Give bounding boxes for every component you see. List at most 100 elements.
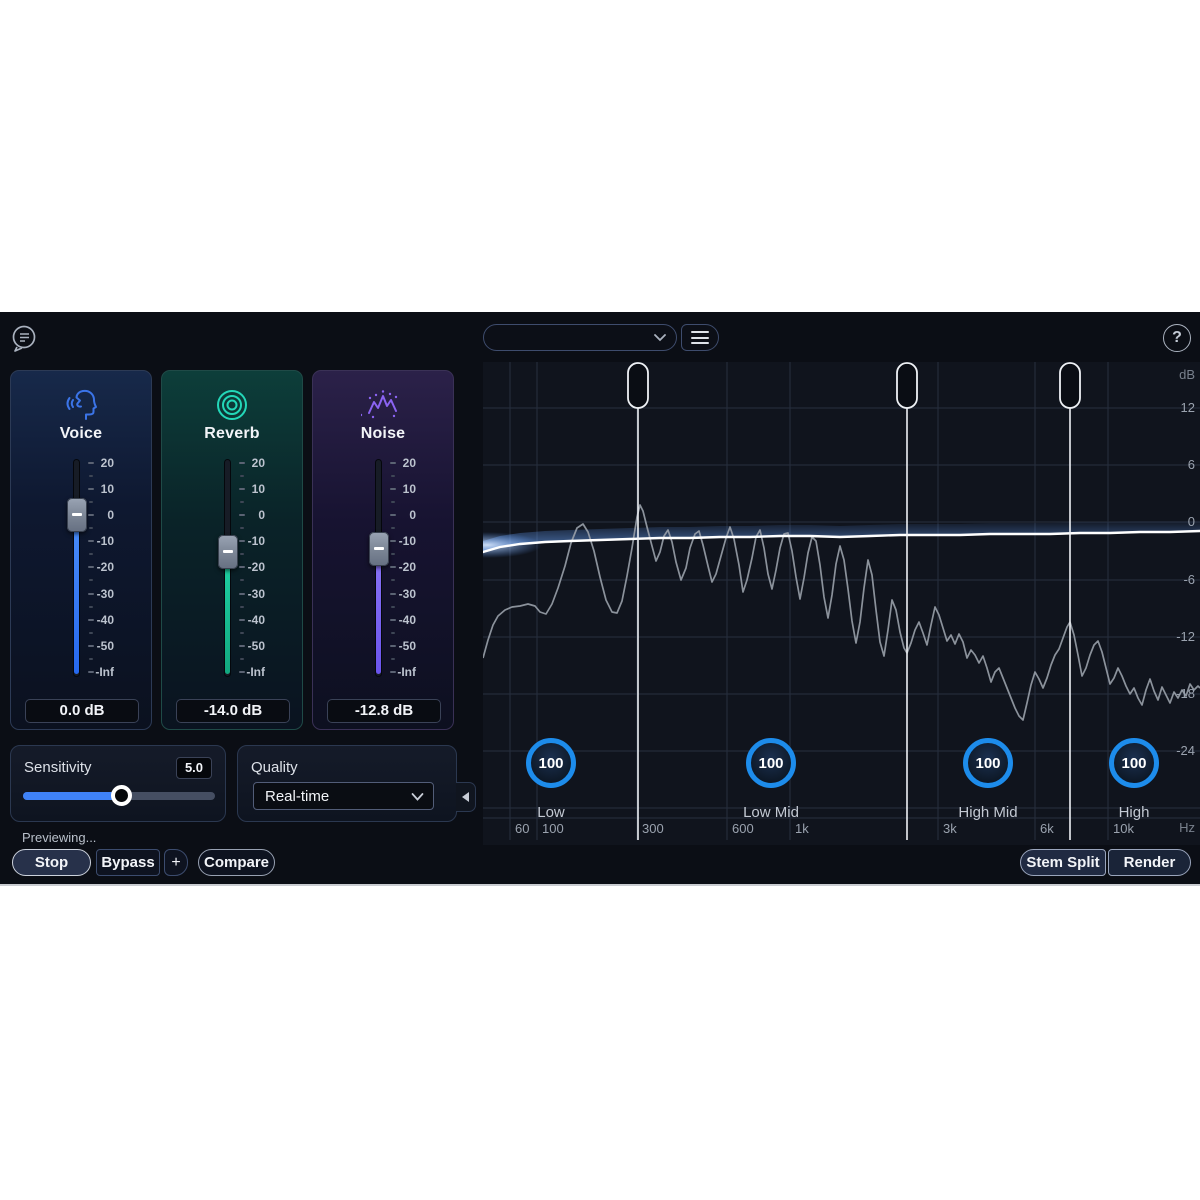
- chevron-down-icon: [411, 792, 424, 802]
- fader-scale-label: 10: [372, 482, 416, 496]
- gain-value-noise[interactable]: -12.8 dB: [327, 699, 441, 723]
- triangle-left-icon: [462, 792, 469, 802]
- module-card-noise: Noise 20100-10-20-30-40-50-Inf -12.8 dB: [312, 370, 454, 730]
- band-label: High: [1119, 804, 1150, 821]
- gain-value-reverb[interactable]: -14.0 dB: [176, 699, 290, 723]
- status-text: Previewing...: [22, 830, 96, 845]
- x-axis-label: 600: [732, 821, 754, 836]
- fader-minor-tick: [89, 527, 93, 529]
- y-axis-label: -24: [1155, 743, 1195, 758]
- crossover-handle[interactable]: [897, 363, 917, 408]
- fader-minor-tick: [391, 501, 395, 503]
- fader-scale-label: -Inf: [221, 665, 265, 679]
- fader-scale-label: -40: [221, 613, 265, 627]
- render-button[interactable]: Render: [1108, 849, 1191, 876]
- fader-scale-label: -10: [221, 534, 265, 548]
- sensitivity-value[interactable]: 5.0: [176, 757, 212, 779]
- y-axis-unit: dB: [1155, 367, 1195, 382]
- fader-scale-label: 0: [70, 508, 114, 522]
- x-axis-unit: Hz: [1155, 820, 1195, 835]
- fader-minor-tick: [240, 501, 244, 503]
- fader-scale-label: 10: [70, 482, 114, 496]
- fader-scale-label: -40: [372, 613, 416, 627]
- feedback-chat-icon[interactable]: [10, 324, 38, 352]
- band-gain-knob[interactable]: 100: [963, 738, 1013, 788]
- fader-scale-label: -20: [372, 560, 416, 574]
- help-icon[interactable]: ?: [1163, 324, 1191, 352]
- fader-scale-label: -40: [70, 613, 114, 627]
- compare-button[interactable]: Compare: [198, 849, 275, 876]
- fader-minor-tick: [89, 501, 93, 503]
- fader-scale-label: -10: [372, 534, 416, 548]
- quality-dropdown[interactable]: Real-time: [253, 782, 434, 810]
- band-gain-knob[interactable]: 100: [746, 738, 796, 788]
- fader-minor-tick: [391, 632, 395, 634]
- y-axis-label: -18: [1155, 686, 1195, 701]
- fader-scale-label: -50: [372, 639, 416, 653]
- fader-scale-label: -30: [221, 587, 265, 601]
- fader-scale-label: -20: [70, 560, 114, 574]
- y-axis-label: -12: [1155, 629, 1195, 644]
- fader-minor-tick: [391, 553, 395, 555]
- voice-fader[interactable]: 20100-10-20-30-40-50-Inf: [11, 371, 151, 729]
- fader-minor-tick: [240, 579, 244, 581]
- fader-scale-label: 0: [372, 508, 416, 522]
- fader-minor-tick: [89, 475, 93, 477]
- band-gain-knob[interactable]: 100: [1109, 738, 1159, 788]
- preset-dropdown[interactable]: [483, 324, 677, 351]
- y-axis-label: 12: [1155, 400, 1195, 415]
- fader-minor-tick: [89, 632, 93, 634]
- collapse-panel-button[interactable]: [456, 782, 476, 812]
- crossover-handle[interactable]: [628, 363, 648, 408]
- y-axis-label: 6: [1155, 457, 1195, 472]
- fader-scale-label: 10: [221, 482, 265, 496]
- screenshot-page: ? Voice 20100-10-20-30-40-50-Inf 0.0 dB: [0, 0, 1200, 1200]
- fader-minor-tick: [240, 527, 244, 529]
- quality-panel: Quality Real-time: [237, 745, 457, 822]
- noise-fader[interactable]: 20100-10-20-30-40-50-Inf: [313, 371, 453, 729]
- fader-scale-label: -Inf: [372, 665, 416, 679]
- preset-menu-button[interactable]: [681, 324, 719, 351]
- y-axis-label: 0: [1155, 514, 1195, 529]
- reverb-fader[interactable]: 20100-10-20-30-40-50-Inf: [162, 371, 302, 729]
- fader-minor-tick: [391, 475, 395, 477]
- slider-fill: [23, 792, 121, 800]
- x-axis-label: 1k: [795, 821, 809, 836]
- plugin-window: ? Voice 20100-10-20-30-40-50-Inf 0.0 dB: [0, 312, 1200, 886]
- fader-minor-tick: [240, 553, 244, 555]
- y-axis-label: -6: [1155, 572, 1195, 587]
- spectrum-graph: dB1260-6-12-18-24Hz601003006001k3k6k10k1…: [483, 362, 1200, 845]
- fader-minor-tick: [89, 658, 93, 660]
- stop-button[interactable]: Stop: [12, 849, 91, 876]
- module-card-voice: Voice 20100-10-20-30-40-50-Inf 0.0 dB: [10, 370, 152, 730]
- fader-scale-label: -50: [70, 639, 114, 653]
- fader-minor-tick: [391, 658, 395, 660]
- fader-minor-tick: [391, 579, 395, 581]
- bypass-button[interactable]: Bypass: [96, 849, 160, 876]
- fader-minor-tick: [391, 527, 395, 529]
- gain-value-voice[interactable]: 0.0 dB: [25, 699, 139, 723]
- fader-minor-tick: [240, 632, 244, 634]
- band-label: Low: [537, 804, 565, 821]
- fader-scale-label: -Inf: [70, 665, 114, 679]
- fader-minor-tick: [89, 579, 93, 581]
- fader-minor-tick: [240, 606, 244, 608]
- slider-handle[interactable]: [111, 785, 132, 806]
- add-button[interactable]: +: [164, 849, 188, 876]
- x-axis-label: 300: [642, 821, 664, 836]
- fader-minor-tick: [240, 658, 244, 660]
- hamburger-icon: [691, 331, 709, 333]
- fader-scale-label: -50: [221, 639, 265, 653]
- band-label: Low Mid: [743, 804, 799, 821]
- fader-minor-tick: [391, 606, 395, 608]
- band-gain-knob[interactable]: 100: [526, 738, 576, 788]
- stem-split-button[interactable]: Stem Split: [1020, 849, 1106, 876]
- x-axis-label: 3k: [943, 821, 957, 836]
- sensitivity-panel: Sensitivity 5.0: [10, 745, 226, 822]
- x-axis-label: 100: [542, 821, 564, 836]
- fader-scale-label: 20: [70, 456, 114, 470]
- crossover-handle[interactable]: [1060, 363, 1080, 408]
- sensitivity-slider[interactable]: [23, 792, 215, 800]
- band-label: High Mid: [958, 804, 1017, 821]
- module-card-reverb: Reverb 20100-10-20-30-40-50-Inf -14.0 dB: [161, 370, 303, 730]
